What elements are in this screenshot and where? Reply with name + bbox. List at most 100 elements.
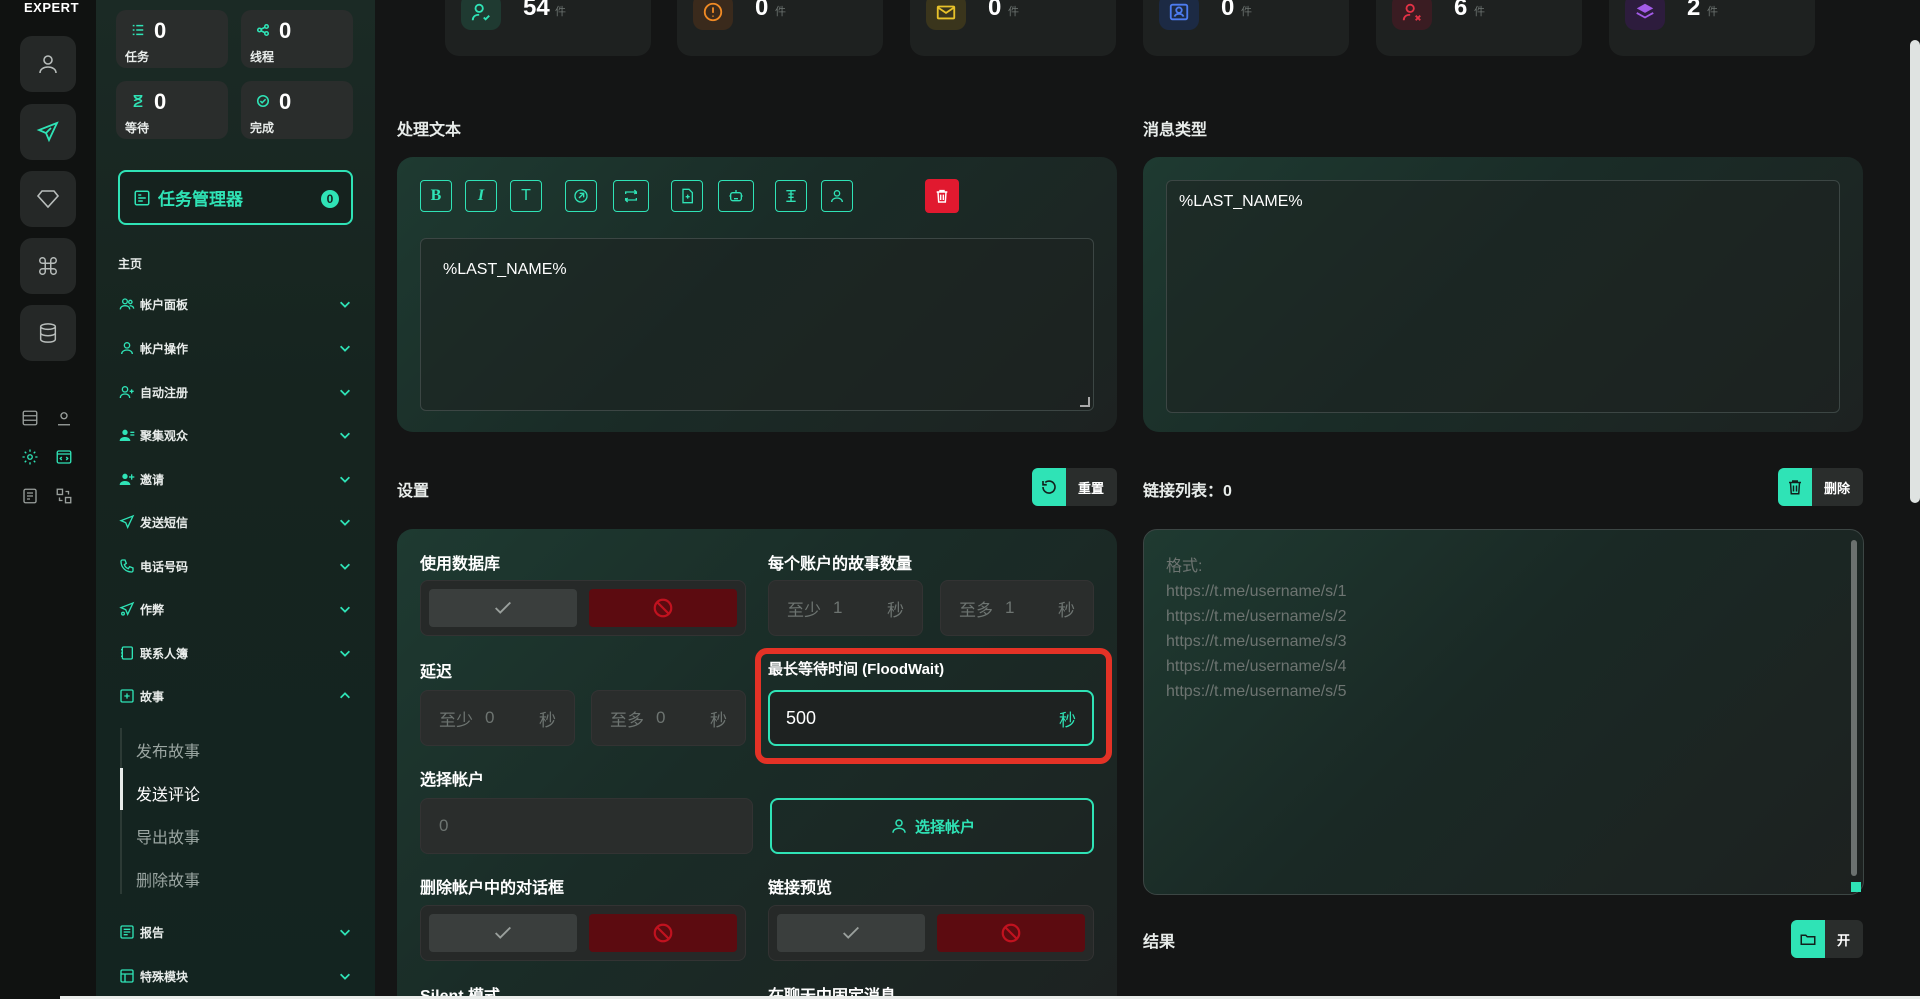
database-icon[interactable] <box>20 305 76 361</box>
sub-item-send-comment[interactable]: 发送评论 <box>136 781 200 805</box>
task-manager-button[interactable]: 任务管理器 0 <box>118 170 353 225</box>
delete-dialogs-toggle <box>420 905 746 961</box>
user-add-icon <box>118 470 136 488</box>
select-account-button[interactable]: 选择帐户 <box>770 798 1094 854</box>
ban-icon[interactable] <box>589 914 737 952</box>
stack-icon[interactable] <box>18 406 42 430</box>
nav-item-gather-audience[interactable]: 聚集观众 <box>118 421 353 449</box>
stories-min-input[interactable]: 至少 1 秒 <box>768 580 923 636</box>
bot-icon[interactable] <box>718 180 754 212</box>
delete-links-button[interactable]: 删除 <box>1778 468 1863 506</box>
message-type-preview: %LAST_NAME% <box>1166 180 1840 413</box>
sidebar: 0 任务 0 线程 0 等待 0 完成 任务管理器 0 主页 帐户面板 帐户操作… <box>96 0 375 999</box>
delay-min-input[interactable]: 至少 0 秒 <box>420 690 575 746</box>
italic-button[interactable]: I <box>465 180 497 212</box>
list-icon <box>130 22 146 38</box>
sub-item-publish-story[interactable]: 发布故事 <box>136 738 200 762</box>
link-preview-label: 链接预览 <box>768 880 833 897</box>
stack-layers-icon <box>1625 0 1665 30</box>
code-window-icon[interactable] <box>52 445 76 469</box>
chevron-down-icon <box>337 968 353 984</box>
stat-done: 0 完成 <box>241 81 353 139</box>
selected-account-count: 0 <box>420 798 753 854</box>
submenu-active-indicator <box>120 768 123 810</box>
sub-item-export-story[interactable]: 导出故事 <box>136 824 200 848</box>
links-placeholder-line: https://t.me/username/s/1 <box>1166 583 1347 600</box>
top-stat-banned: 6 件 <box>1376 0 1582 56</box>
nav-item-phone-numbers[interactable]: 电话号码 <box>118 552 353 580</box>
delay-max-input[interactable]: 至多 0 秒 <box>591 690 746 746</box>
hourglass-icon <box>130 93 146 109</box>
chevron-down-icon <box>337 427 353 443</box>
chevron-down-icon <box>337 384 353 400</box>
sitemap-icon[interactable] <box>52 484 76 508</box>
stat-tasks: 0 任务 <box>116 10 228 68</box>
reset-button[interactable]: 重置 <box>1032 468 1117 506</box>
page-scrollbar[interactable] <box>1910 40 1920 503</box>
resize-handle-icon[interactable] <box>1851 882 1861 892</box>
nav-item-stories[interactable]: 故事 <box>118 682 353 710</box>
user-plus-icon <box>118 383 136 401</box>
stories-max-input[interactable]: 至多 1 秒 <box>940 580 1094 636</box>
checklist-icon[interactable] <box>18 484 42 508</box>
open-results-button[interactable]: 开 <box>1791 920 1863 958</box>
sub-item-delete-story[interactable]: 删除故事 <box>136 867 200 891</box>
plus-square-icon <box>118 687 136 705</box>
message-type-content: %LAST_NAME% <box>1179 193 1303 210</box>
nav-item-send-sms[interactable]: 发送短信 <box>118 508 353 536</box>
text-style-button[interactable]: T <box>510 180 542 212</box>
nav-item-reports[interactable]: 报告 <box>118 918 353 946</box>
annotation-highlight <box>755 648 1112 764</box>
links-placeholder-line: 格式: <box>1166 558 1203 575</box>
user-icon[interactable] <box>20 36 76 92</box>
check-icon[interactable] <box>429 914 577 952</box>
use-database-label: 使用数据库 <box>420 556 501 573</box>
nav-item-account-panel[interactable]: 帐户面板 <box>118 290 353 318</box>
id-card-icon <box>1159 0 1199 30</box>
mail-icon <box>926 0 966 30</box>
map-pin-icon[interactable] <box>52 406 76 430</box>
nav-item-auto-register[interactable]: 自动注册 <box>118 378 353 406</box>
trash-icon[interactable] <box>925 179 959 213</box>
resize-handle-icon[interactable] <box>1080 397 1090 407</box>
folder-open-icon <box>1791 920 1825 958</box>
links-placeholder-line: https://t.me/username/s/3 <box>1166 633 1347 650</box>
chevron-down-icon <box>337 645 353 661</box>
bold-button[interactable]: B <box>420 180 452 212</box>
task-count-badge: 0 <box>321 190 339 208</box>
chevron-down-icon <box>337 601 353 617</box>
user-group-icon <box>118 426 136 444</box>
select-account-label: 选择帐户 <box>420 772 485 789</box>
ban-icon[interactable] <box>589 589 737 627</box>
delete-dialogs-label: 删除帐户中的对话框 <box>420 880 565 897</box>
top-stat-active: 54 件 <box>445 0 651 56</box>
chevron-up-icon <box>337 688 353 704</box>
process-text-editor[interactable]: %LAST_NAME% <box>420 238 1094 411</box>
check-icon[interactable] <box>777 914 925 952</box>
links-placeholder-line: https://t.me/username/s/4 <box>1166 658 1347 675</box>
align-text-icon[interactable] <box>775 180 807 212</box>
nav-item-special-modules[interactable]: 特殊模块 <box>118 962 353 990</box>
phone-icon <box>118 557 136 575</box>
link-icon[interactable] <box>565 180 597 212</box>
use-database-toggle <box>420 580 746 636</box>
links-textarea[interactable]: 格式: https://t.me/username/s/1 https://t.… <box>1143 529 1864 895</box>
gear-icon[interactable] <box>18 445 42 469</box>
task-board-icon <box>132 188 152 208</box>
links-scrollbar[interactable] <box>1851 540 1857 876</box>
chevron-down-icon <box>337 471 353 487</box>
diamond-icon[interactable] <box>20 171 76 227</box>
command-icon[interactable] <box>20 238 76 294</box>
nav-item-contact-book[interactable]: 联系人簿 <box>118 639 353 667</box>
nav-item-account-actions[interactable]: 帐户操作 <box>118 334 353 362</box>
send-icon[interactable] <box>20 104 76 160</box>
links-placeholder-line: https://t.me/username/s/2 <box>1166 608 1347 625</box>
repeat-icon[interactable] <box>613 180 649 212</box>
nav-item-cheat[interactable]: 作弊 <box>118 595 353 623</box>
ban-icon[interactable] <box>937 914 1085 952</box>
add-file-icon[interactable] <box>671 180 703 212</box>
user-x-icon <box>1392 0 1432 30</box>
user-mention-icon[interactable] <box>821 180 853 212</box>
check-icon[interactable] <box>429 589 577 627</box>
nav-item-invite[interactable]: 邀请 <box>118 465 353 493</box>
